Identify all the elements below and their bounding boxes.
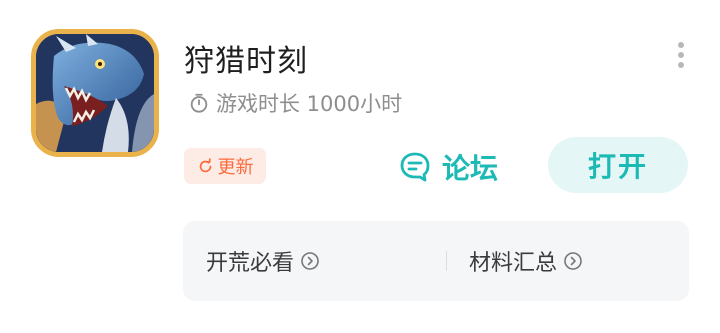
chevron-right-circle-icon xyxy=(564,252,582,270)
playtime-info: 游戏时长 1000小时 xyxy=(188,88,402,118)
divider xyxy=(446,251,447,271)
quick-links-panel: 开荒必看 材料汇总 xyxy=(183,221,689,301)
quick-link-label: 开荒必看 xyxy=(206,251,295,276)
open-button[interactable]: 打开 xyxy=(548,137,688,193)
chat-bubble-icon xyxy=(400,152,430,182)
update-badge-label: 更新 xyxy=(217,157,254,178)
quick-link-label: 材料汇总 xyxy=(469,251,558,276)
chevron-right-circle-icon xyxy=(301,252,319,270)
quick-link-guide[interactable]: 开荒必看 xyxy=(206,221,320,301)
forum-button[interactable]: 论坛 xyxy=(388,142,508,192)
dragon-game-icon[interactable] xyxy=(31,29,159,157)
update-badge[interactable]: 更新 xyxy=(184,148,266,184)
quick-link-materials[interactable]: 材料汇总 xyxy=(469,221,583,301)
forum-button-label: 论坛 xyxy=(442,152,499,185)
playtime-text: 游戏时长 1000小时 xyxy=(216,92,403,116)
app-title: 狩猎时刻 xyxy=(184,44,308,79)
refresh-icon xyxy=(199,157,211,172)
more-vertical-icon[interactable] xyxy=(672,42,690,68)
timer-icon xyxy=(190,93,208,113)
